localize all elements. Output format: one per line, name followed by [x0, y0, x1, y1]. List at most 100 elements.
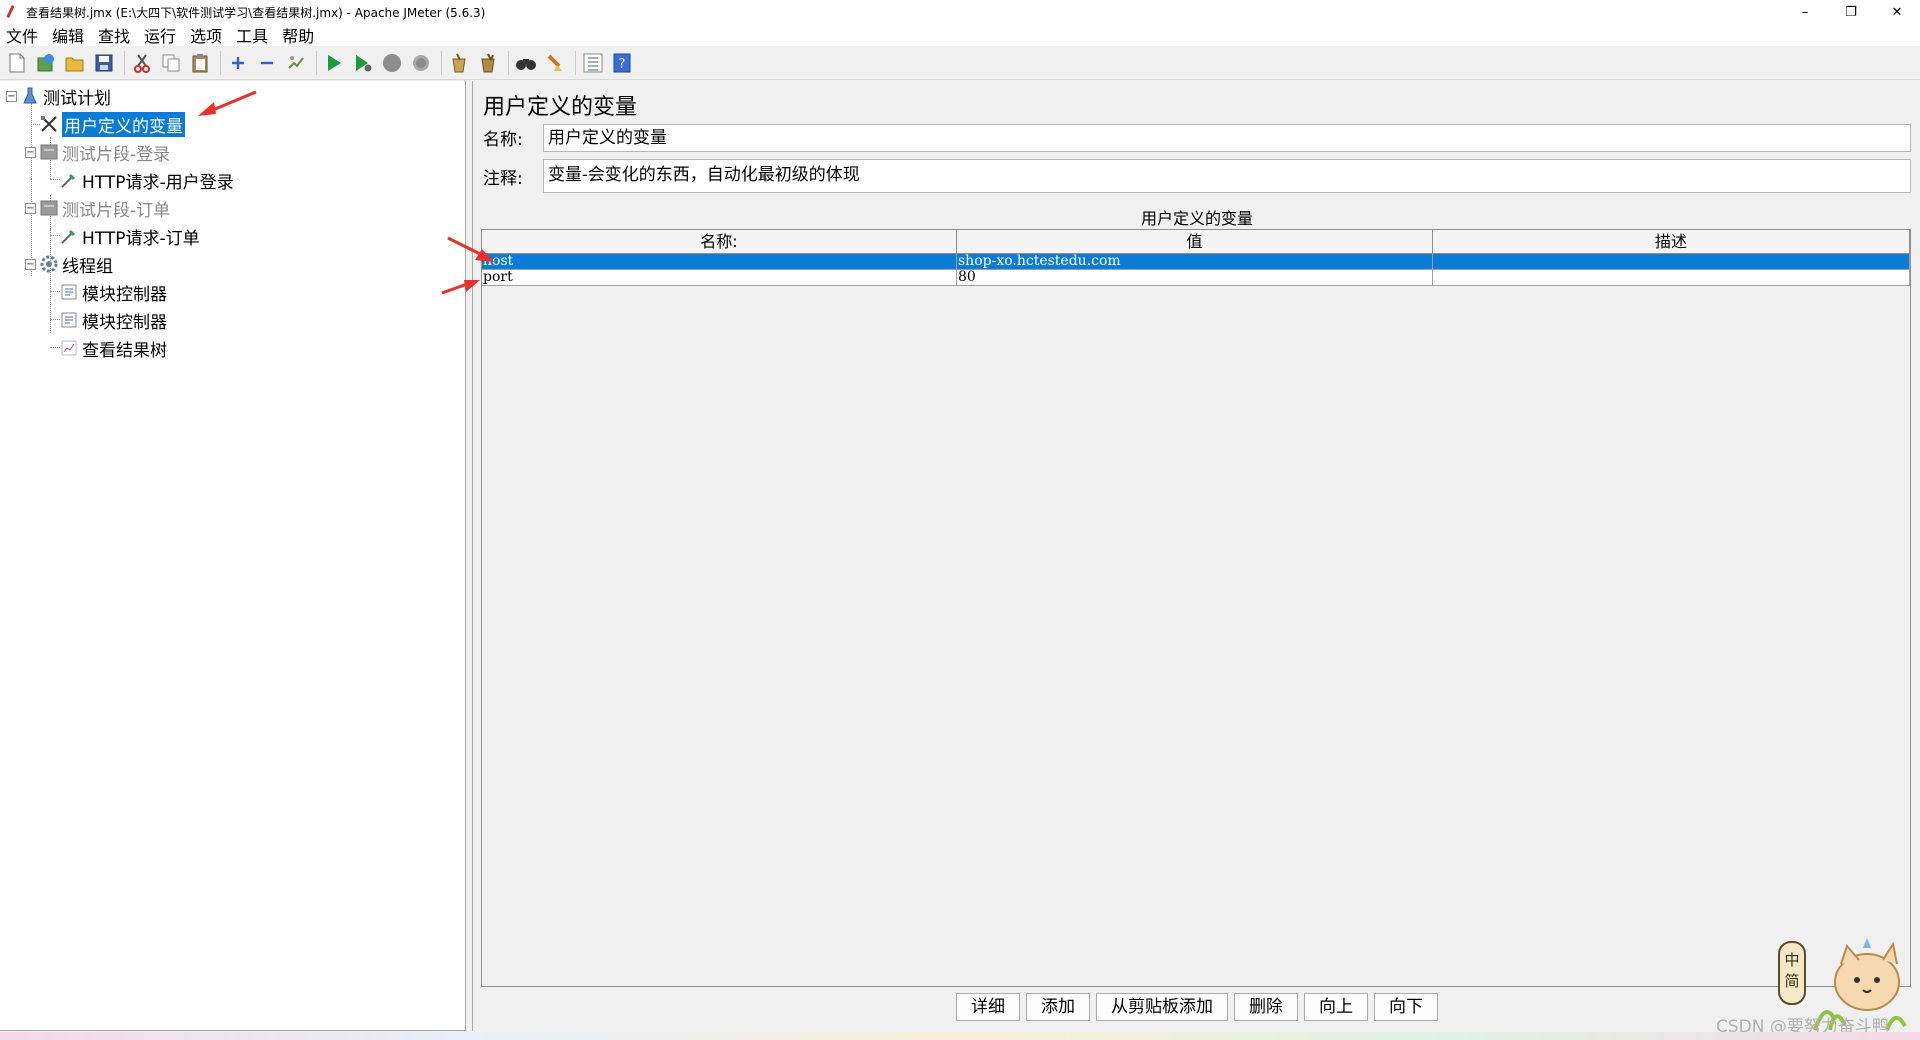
user-defined-variables-panel: 用户定义的变量 名称: 用户定义的变量 注释: 变量-会变化的东西，自动化最初级…: [472, 81, 1920, 1031]
help-button[interactable]: ?: [609, 50, 635, 76]
variables-table[interactable]: 名称: 值 描述 host shop-xo.hctestedu.com port…: [481, 229, 1911, 987]
tree-item-fragment-order[interactable]: − 测试片段-订单: [25, 196, 171, 221]
cut-button[interactable]: [129, 50, 155, 76]
delete-button[interactable]: 删除: [1234, 993, 1298, 1021]
reset-search-button[interactable]: [542, 50, 568, 76]
search-icon: [516, 58, 536, 70]
open-button[interactable]: [62, 50, 88, 76]
gear-icon: [40, 255, 58, 273]
table-caption: 用户定义的变量: [1140, 209, 1253, 228]
tree-item-view-results-tree[interactable]: 查看结果树: [60, 336, 167, 361]
templates-button[interactable]: [33, 50, 59, 76]
toolbar-separator: [220, 50, 221, 75]
tree-item-thread-group[interactable]: − 线程组: [25, 252, 113, 277]
svg-text:?: ?: [619, 57, 626, 72]
clear-all-icon: [481, 53, 495, 72]
add-from-clipboard-button[interactable]: 从剪贴板添加: [1096, 993, 1228, 1021]
tree-connector: [31, 124, 40, 125]
tree-item-label: 模块控制器: [82, 312, 167, 333]
tree-item-module-controller-1[interactable]: 模块控制器: [60, 280, 167, 305]
menu-edit[interactable]: 编辑: [50, 23, 86, 47]
name-input[interactable]: 用户定义的变量: [543, 124, 1911, 152]
table-actions: 详细 添加 从剪贴板添加 删除 向上 向下: [473, 993, 1920, 1021]
column-header-name[interactable]: 名称:: [482, 230, 957, 254]
cell-value[interactable]: 80: [957, 270, 1433, 286]
cell-description[interactable]: [1433, 254, 1910, 270]
collapse-toggle[interactable]: −: [6, 90, 17, 102]
collapse-toggle[interactable]: −: [25, 202, 36, 214]
new-button[interactable]: [4, 50, 30, 76]
start-no-pauses-button[interactable]: [350, 50, 376, 76]
tree-item-module-controller-2[interactable]: 模块控制器: [60, 308, 167, 333]
toggle-button[interactable]: [283, 50, 309, 76]
tree-item-http-login[interactable]: HTTP请求-用户登录: [60, 168, 234, 193]
tree-connector: [50, 319, 60, 320]
expand-all-button[interactable]: [225, 50, 251, 76]
help-icon: ?: [613, 53, 631, 72]
collapse-toggle[interactable]: −: [25, 258, 36, 270]
cell-value[interactable]: shop-xo.hctestedu.com: [957, 254, 1433, 270]
cell-name[interactable]: port: [482, 270, 957, 286]
table-row[interactable]: port 80: [482, 270, 1910, 286]
clear-all-button[interactable]: [475, 50, 501, 76]
menu-tools[interactable]: 工具: [234, 23, 270, 47]
save-button[interactable]: [91, 50, 117, 76]
page-title: 用户定义的变量: [483, 95, 638, 120]
table-row[interactable]: host shop-xo.hctestedu.com: [482, 254, 1910, 270]
tree-connector: [50, 229, 51, 333]
start-icon: [328, 54, 341, 71]
column-header-description[interactable]: 描述: [1433, 230, 1910, 254]
tree-item-label: 测试片段-登录: [62, 144, 171, 165]
tree-item-label: HTTP请求-订单: [82, 228, 200, 249]
minimize-button[interactable]: –: [1782, 0, 1828, 24]
start-button[interactable]: [321, 50, 347, 76]
search-button[interactable]: [513, 50, 539, 76]
copy-button[interactable]: [158, 50, 184, 76]
module-icon: [60, 283, 78, 301]
comment-input[interactable]: 变量-会变化的东西，自动化最初级的体现: [543, 159, 1911, 193]
menu-help[interactable]: 帮助: [280, 23, 316, 47]
tree-connector: [50, 235, 60, 236]
menu-options[interactable]: 选项: [188, 23, 224, 47]
menu-run[interactable]: 运行: [142, 23, 178, 47]
move-up-button[interactable]: 向上: [1304, 993, 1368, 1021]
tree-item-label: 模块控制器: [82, 284, 167, 305]
tree-item-label: 测试片段-订单: [62, 200, 171, 221]
menu-file[interactable]: 文件: [4, 23, 40, 47]
shutdown-button[interactable]: [408, 50, 434, 76]
toolbar-separator: [124, 50, 125, 75]
start-no-pause-icon: [356, 54, 372, 71]
close-button[interactable]: ✕: [1874, 0, 1920, 24]
cell-name[interactable]: host: [482, 254, 957, 270]
toggle-icon: [288, 55, 304, 69]
column-header-value[interactable]: 值: [957, 230, 1433, 254]
reset-search-icon: [547, 54, 562, 71]
bottom-strip: [0, 1032, 1920, 1040]
tree-item-test-plan[interactable]: − 测试计划: [6, 84, 111, 109]
tree-item-user-defined-variables[interactable]: 用户定义的变量: [40, 111, 185, 137]
save-icon: [95, 54, 113, 71]
tree-item-fragment-login[interactable]: − 测试片段-登录: [25, 140, 171, 165]
shutdown-icon: [413, 54, 429, 71]
maximize-button[interactable]: ❐: [1828, 0, 1874, 24]
clear-icon: [452, 53, 466, 72]
paste-button[interactable]: [187, 50, 213, 76]
function-helper-button[interactable]: [580, 50, 606, 76]
tree-item-label: 测试计划: [43, 88, 111, 109]
detail-button[interactable]: 详细: [956, 993, 1020, 1021]
toolbar-separator: [441, 50, 442, 75]
test-plan-tree[interactable]: − 测试计划 用户定义的变量 − 测试片段-登录 HTTP请求-用户登录 − 测…: [0, 81, 466, 1031]
stop-button[interactable]: [379, 50, 405, 76]
templates-icon: [37, 53, 54, 71]
paste-icon: [192, 53, 208, 72]
tree-item-label: 线程组: [62, 256, 113, 277]
tree-item-http-order[interactable]: HTTP请求-订单: [60, 224, 200, 249]
function-helper-icon: [583, 53, 603, 72]
add-button[interactable]: 添加: [1026, 993, 1090, 1021]
cell-description[interactable]: [1433, 270, 1910, 286]
collapse-all-button[interactable]: [254, 50, 280, 76]
menu-search[interactable]: 查找: [96, 23, 132, 47]
clear-button[interactable]: [446, 50, 472, 76]
collapse-toggle[interactable]: −: [25, 146, 36, 158]
move-down-button[interactable]: 向下: [1374, 993, 1438, 1021]
